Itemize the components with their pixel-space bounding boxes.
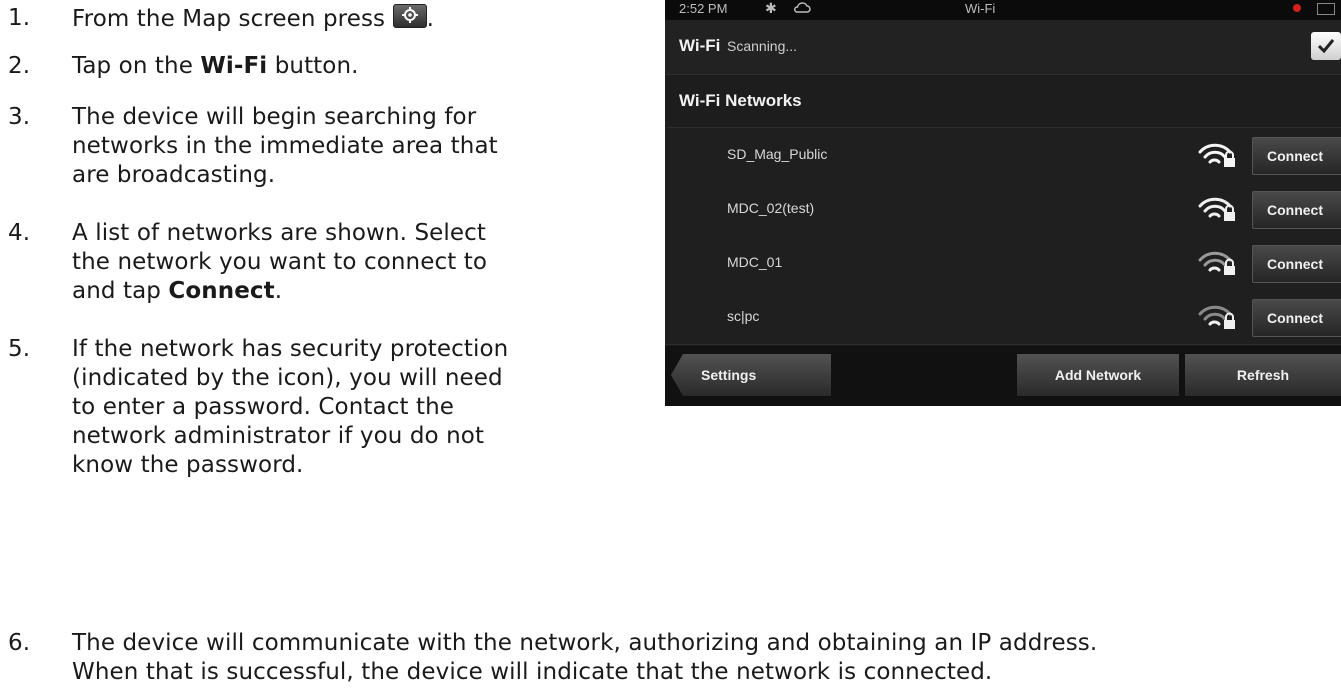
wifi-lock-icon: [1198, 302, 1238, 337]
connect-button[interactable]: Connect: [1252, 191, 1341, 229]
status-bar: 2:52 PM ✱ Wi-Fi: [665, 0, 1341, 20]
wifi-lock-icon: [1198, 248, 1238, 283]
step-number: 4.: [8, 220, 31, 246]
wifi-toggle-row[interactable]: Wi-Fi Scanning...: [665, 20, 1341, 75]
network-row[interactable]: sc|pc Connect: [665, 290, 1341, 345]
connect-button[interactable]: Connect: [1252, 137, 1341, 175]
step-text: From the Map screen press: [72, 6, 386, 32]
cloud-icon: [793, 1, 811, 16]
network-row[interactable]: MDC_02(test) Connect: [665, 182, 1341, 237]
step-number: 3.: [8, 104, 31, 130]
wifi-lock-icon: [1198, 140, 1238, 175]
bottom-bar: Settings Add Network Refresh: [665, 346, 1341, 406]
device-wifi-screen: 2:52 PM ✱ Wi-Fi Wi-Fi Scanning... Wi-Fi …: [665, 0, 1341, 406]
connect-keyword: Connect: [168, 278, 275, 304]
record-icon: [1293, 4, 1301, 12]
wifi-status: Scanning...: [727, 38, 798, 54]
network-row[interactable]: MDC_01 Connect: [665, 236, 1341, 291]
step-number: 6.: [8, 630, 31, 656]
wifi-keyword: Wi-Fi: [200, 53, 268, 79]
step-number: 5.: [8, 336, 31, 362]
network-name: MDC_02(test): [727, 200, 815, 216]
battery-icon: [1317, 3, 1335, 15]
network-row[interactable]: SD_Mag_Public Connect: [665, 128, 1341, 183]
status-time: 2:52 PM: [679, 1, 728, 16]
screen-title: Wi-Fi: [965, 1, 996, 16]
settings-back-button[interactable]: Settings: [671, 354, 831, 396]
connect-button[interactable]: Connect: [1252, 245, 1341, 283]
checkmark-icon: [1317, 39, 1335, 54]
wifi-lock-icon: [1198, 194, 1238, 229]
wifi-label: Wi-Fi: [679, 36, 721, 55]
gear-icon: [401, 7, 418, 23]
step-number: 2.: [8, 53, 31, 79]
wifi-checkbox[interactable]: [1311, 32, 1341, 60]
network-name: sc|pc: [727, 308, 760, 324]
step-number: 1.: [8, 5, 31, 31]
wifi-networks-header: Wi-Fi Networks: [665, 75, 1341, 128]
add-network-button[interactable]: Add Network: [1017, 354, 1179, 396]
settings-gear-button: [392, 4, 427, 28]
refresh-button[interactable]: Refresh: [1185, 354, 1341, 396]
network-name: MDC_01: [727, 254, 783, 270]
network-name: SD_Mag_Public: [727, 146, 828, 162]
bluetooth-icon: ✱: [765, 0, 777, 16]
connect-button[interactable]: Connect: [1252, 299, 1341, 337]
